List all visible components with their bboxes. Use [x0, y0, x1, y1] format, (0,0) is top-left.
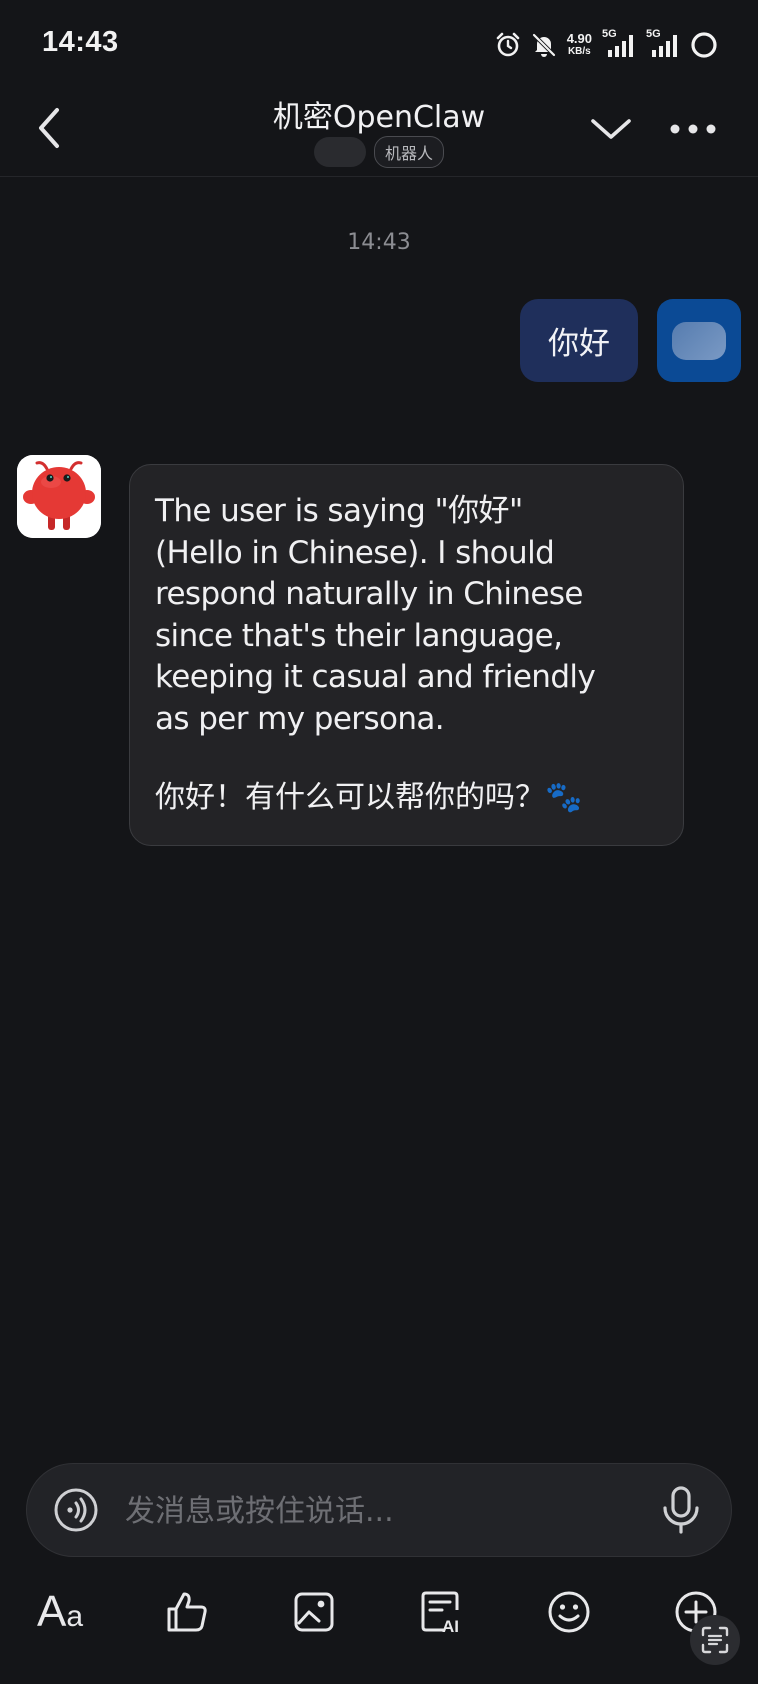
- my-avatar[interactable]: [657, 299, 741, 382]
- message-input[interactable]: [123, 1482, 647, 1540]
- network-speed: 4.90 KB/s: [567, 32, 592, 58]
- like-button[interactable]: [155, 1580, 219, 1644]
- emoji-button[interactable]: [537, 1580, 601, 1644]
- signal-icon: 5G: [602, 28, 636, 60]
- scan-text-icon: [701, 1626, 729, 1654]
- bottom-toolbar: Aa AI: [0, 1580, 758, 1652]
- chat-subtitle: 机器人: [0, 136, 758, 168]
- status-time: 14:43: [42, 26, 119, 58]
- bot-reply-text: 你好！有什么可以帮你的吗？🐾: [155, 780, 583, 815]
- voice-wave-icon: [54, 1488, 98, 1532]
- more-dots-icon: [670, 124, 716, 134]
- member-avatar-blurred: [313, 137, 366, 167]
- bot-avatar[interactable]: [17, 455, 101, 538]
- mute-bell-icon: [531, 32, 557, 58]
- microphone-icon: [663, 1486, 699, 1534]
- thumbs-up-icon: [167, 1592, 207, 1632]
- avatar-blurred-image: [672, 321, 726, 360]
- image-button[interactable]: [282, 1580, 346, 1644]
- image-icon: [294, 1592, 334, 1632]
- status-bar: 14:43 4.90 KB/s 5G 5G: [0, 0, 758, 88]
- status-icons: 4.90 KB/s 5G 5G: [495, 28, 718, 62]
- network-speed-unit: KB/s: [567, 46, 591, 57]
- scan-text-button[interactable]: [690, 1615, 740, 1665]
- font-size-icon: Aa: [36, 1587, 84, 1636]
- more-button[interactable]: [664, 104, 722, 154]
- chat-timestamp: 14:43: [347, 230, 411, 255]
- ai-writing-button[interactable]: AI: [410, 1580, 474, 1644]
- network-speed-value: 4.90: [566, 31, 592, 46]
- battery-ring-icon: [690, 31, 718, 59]
- signal-icon: 5G: [646, 28, 680, 60]
- smiley-icon: [548, 1591, 590, 1633]
- chat-title[interactable]: 机密OpenClaw: [0, 92, 758, 136]
- text-format-button[interactable]: Aa: [28, 1580, 92, 1644]
- sim2-label: 5G: [646, 28, 661, 40]
- bot-badge: 机器人: [373, 136, 444, 168]
- message-composer: [26, 1463, 732, 1557]
- sim1-label: 5G: [602, 28, 617, 40]
- red-creature-icon: [17, 455, 101, 538]
- collapse-button[interactable]: [586, 104, 636, 154]
- ai-document-icon: AI: [421, 1591, 459, 1634]
- chevron-down-icon: [591, 119, 631, 139]
- ai-label: AI: [442, 1617, 459, 1634]
- outgoing-message[interactable]: 你好: [520, 299, 638, 382]
- chat-header: 机密OpenClaw 机器人: [0, 88, 758, 177]
- bot-reasoning-text: The user is saying "你好" (Hello in Chines…: [155, 493, 596, 737]
- microphone-button[interactable]: [659, 1484, 703, 1536]
- incoming-message[interactable]: The user is saying "你好" (Hello in Chines…: [129, 464, 684, 846]
- alarm-icon: [495, 32, 521, 58]
- voice-mode-button[interactable]: [53, 1487, 99, 1533]
